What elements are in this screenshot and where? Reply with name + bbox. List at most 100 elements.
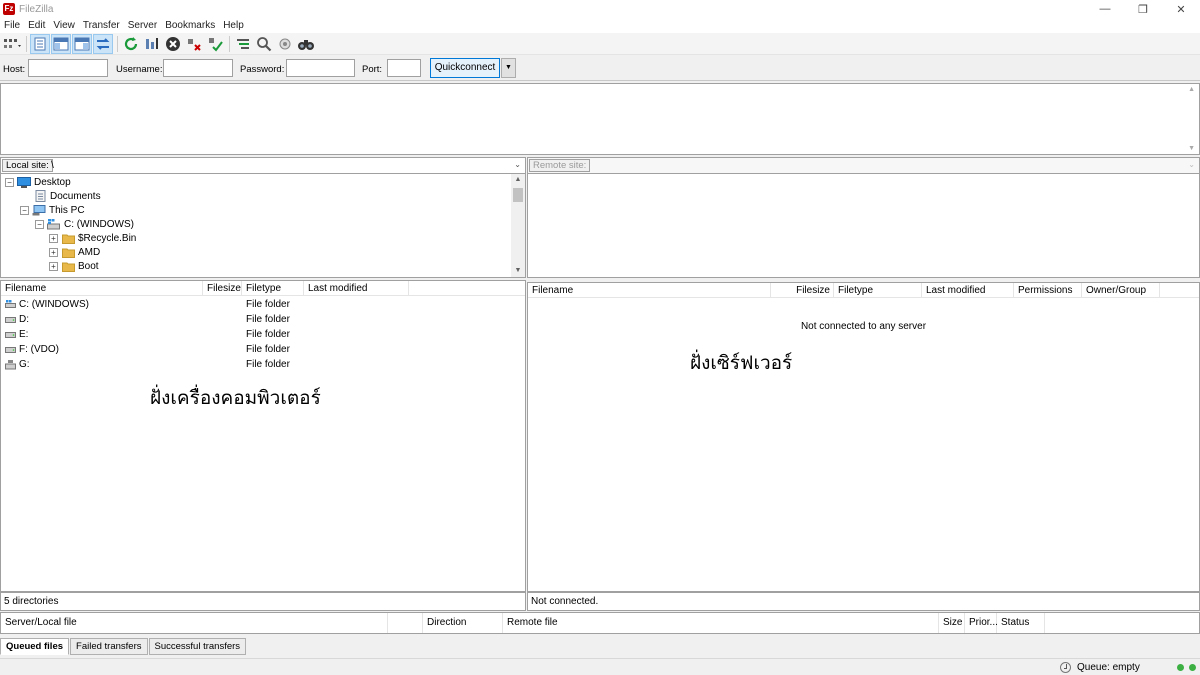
menu-server[interactable]: Server <box>124 20 161 31</box>
maximize-button[interactable]: ❐ <box>1124 0 1162 18</box>
refresh-icon[interactable] <box>121 34 141 54</box>
tab-queued-files[interactable]: Queued files <box>0 638 70 655</box>
file-name: D: <box>19 314 29 325</box>
collapse-icon[interactable]: − <box>5 177 14 187</box>
menu-bookmarks[interactable]: Bookmarks <box>161 20 219 31</box>
scrollbar-thumb[interactable] <box>513 188 523 202</box>
tree-item-c-drive[interactable]: − C: (WINDOWS) <box>35 217 134 231</box>
search-icon[interactable] <box>254 34 274 54</box>
expand-icon[interactable]: + <box>49 233 58 243</box>
tree-scrollbar[interactable]: ▲ ▼ <box>511 174 525 277</box>
column-status[interactable]: Status <box>997 613 1045 633</box>
transfer-queue[interactable]: Server/Local file Direction Remote file … <box>0 612 1200 634</box>
column-permissions[interactable]: Permissions <box>1014 283 1082 298</box>
column-filename[interactable]: Filename <box>528 283 771 298</box>
file-row[interactable]: C: (WINDOWS) File folder <box>1 297 525 312</box>
menu-transfer[interactable]: Transfer <box>79 20 124 31</box>
column-filetype[interactable]: Filetype <box>242 281 304 296</box>
collapse-icon[interactable]: − <box>35 219 44 229</box>
remote-site-bar: Remote site: ⌄ <box>527 157 1200 174</box>
column-remote-file[interactable]: Remote file <box>503 613 939 633</box>
host-input[interactable] <box>28 59 108 77</box>
disconnect-icon[interactable] <box>184 34 204 54</box>
tree-item-amd[interactable]: + AMD <box>49 245 100 259</box>
file-row[interactable]: G: File folder <box>1 357 525 372</box>
file-type: File folder <box>246 344 290 355</box>
toolbar-separator <box>117 35 118 52</box>
menu-file[interactable]: File <box>0 20 24 31</box>
menu-help[interactable]: Help <box>219 20 248 31</box>
menu-view[interactable]: View <box>49 20 79 31</box>
scroll-up-icon[interactable]: ▲ <box>1188 86 1195 93</box>
column-priority[interactable]: Prior... <box>965 613 998 633</box>
reconnect-icon[interactable] <box>205 34 225 54</box>
message-log[interactable]: ▲ ▼ <box>0 83 1200 155</box>
toggle-message-log-icon[interactable] <box>30 33 50 54</box>
site-manager-icon[interactable] <box>2 34 22 54</box>
local-side-annotation: ฝั่งเครื่องคอมพิวเตอร์ <box>150 387 321 409</box>
tree-item-this-pc[interactable]: − This PC <box>20 203 85 217</box>
folder-icon <box>61 247 75 258</box>
computer-icon <box>32 204 46 216</box>
scroll-down-icon[interactable]: ▼ <box>511 265 525 277</box>
tree-item-boot[interactable]: + Boot <box>49 259 99 273</box>
find-files-binoculars-icon[interactable] <box>296 34 316 54</box>
tab-successful-transfers[interactable]: Successful transfers <box>148 638 247 655</box>
column-last-modified[interactable]: Last modified <box>304 281 409 296</box>
chevron-down-icon[interactable]: ▼ <box>501 58 516 78</box>
send-led-icon <box>1177 664 1184 671</box>
remote-directory-tree[interactable] <box>527 174 1200 278</box>
menu-edit[interactable]: Edit <box>24 20 49 31</box>
column-server-local-file[interactable]: Server/Local file <box>1 613 388 633</box>
local-site-label: Local site: <box>2 159 53 172</box>
file-name: E: <box>19 329 29 340</box>
toggle-local-tree-icon[interactable] <box>51 33 71 54</box>
speed-limits-icon[interactable] <box>275 34 295 54</box>
local-site-path-input[interactable] <box>51 159 506 172</box>
toggle-transfer-queue-icon[interactable] <box>93 33 113 54</box>
process-queue-icon[interactable] <box>142 34 162 54</box>
column-direction[interactable]: Direction <box>423 613 503 633</box>
column-owner-group[interactable]: Owner/Group <box>1082 283 1160 298</box>
expand-icon[interactable]: + <box>49 247 58 257</box>
tree-item-documents[interactable]: Documents <box>33 189 101 203</box>
queue-icon <box>1060 662 1071 673</box>
status-bar: Queue: empty <box>0 658 1200 675</box>
toggle-remote-tree-icon[interactable] <box>72 33 92 54</box>
chevron-down-icon[interactable]: ⌄ <box>514 160 521 169</box>
quickconnect-bar: Host: Username: Password: Port: Quickcon… <box>0 56 1200 81</box>
local-site-bar: Local site: ⌄ <box>0 157 526 174</box>
document-icon <box>33 190 47 202</box>
tree-item-recycle-bin[interactable]: + $Recycle.Bin <box>49 231 136 245</box>
drive-icon <box>5 315 16 323</box>
quickconnect-button[interactable]: Quickconnect <box>430 58 500 78</box>
file-row[interactable]: E: File folder <box>1 327 525 342</box>
cancel-operation-icon[interactable] <box>163 34 183 54</box>
close-button[interactable]: ✕ <box>1162 0 1200 18</box>
username-input[interactable] <box>163 59 233 77</box>
remote-file-list[interactable]: Filename Filesize Filetype Last modified… <box>527 282 1200 592</box>
expand-icon[interactable]: + <box>49 261 58 271</box>
tree-item-label: $Recycle.Bin <box>78 232 137 244</box>
column-size[interactable]: Size <box>939 613 965 633</box>
column-last-modified[interactable]: Last modified <box>922 283 1014 298</box>
scroll-down-icon[interactable]: ▼ <box>1188 145 1195 152</box>
scroll-up-icon[interactable]: ▲ <box>511 174 525 186</box>
tree-item-label: C: (WINDOWS) <box>64 218 134 230</box>
local-directory-tree[interactable]: − Desktop Documents − This PC − C: (WIND… <box>0 174 526 278</box>
chevron-down-icon[interactable]: ⌄ <box>1188 160 1195 169</box>
password-input[interactable] <box>286 59 355 77</box>
file-row[interactable]: F: (VDO) File folder <box>1 342 525 357</box>
column-spacer <box>388 613 423 633</box>
port-input[interactable] <box>387 59 421 77</box>
column-filesize[interactable]: Filesize <box>771 283 834 298</box>
minimize-button[interactable]: — <box>1086 0 1124 18</box>
collapse-icon[interactable]: − <box>20 205 29 215</box>
file-row[interactable]: D: File folder <box>1 312 525 327</box>
column-filesize[interactable]: Filesize <box>203 281 242 296</box>
window-title: FileZilla <box>19 3 54 15</box>
local-file-list[interactable]: Filename Filesize Filetype Last modified… <box>0 280 526 592</box>
tree-item-desktop[interactable]: − Desktop <box>5 175 71 189</box>
directory-listing-filter-icon[interactable] <box>233 34 253 54</box>
tab-failed-transfers[interactable]: Failed transfers <box>70 638 148 655</box>
